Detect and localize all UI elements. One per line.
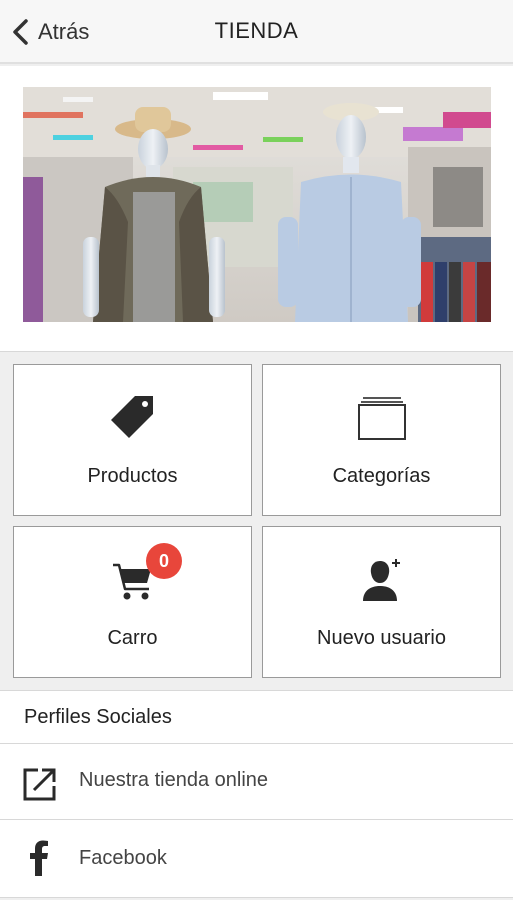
tile-categorias[interactable]: Categorías: [262, 364, 501, 516]
add-user-icon: [263, 555, 500, 603]
facebook-icon: [30, 840, 48, 876]
tag-icon: [14, 393, 251, 441]
external-link-icon: [23, 768, 56, 801]
social-profiles-title: Perfiles Sociales: [24, 706, 172, 728]
online-store-label: Nuestra tienda online: [79, 769, 269, 791]
store-photo: [23, 87, 491, 322]
tile-productos[interactable]: Productos: [13, 364, 252, 516]
tile-carro[interactable]: 0 Carro: [13, 526, 252, 678]
facebook-label: Facebook: [79, 847, 167, 869]
online-store-link[interactable]: Nuestra tienda online: [0, 744, 513, 820]
tile-nuevo-usuario-label: Nuevo usuario: [317, 627, 446, 649]
tile-categorias-label: Categorías: [332, 465, 431, 487]
tile-carro-label: Carro: [107, 627, 158, 649]
cart-count-badge: 0: [146, 543, 182, 579]
shopping-cart-icon: [14, 555, 251, 603]
tile-productos-label: Productos: [87, 465, 178, 487]
banner-card: [0, 66, 513, 352]
social-profiles-header: Perfiles Sociales: [0, 690, 513, 744]
folder-stack-icon: [263, 393, 500, 441]
tile-nuevo-usuario[interactable]: Nuevo usuario: [262, 526, 501, 678]
facebook-link[interactable]: Facebook: [0, 820, 513, 898]
store-banner-image: [23, 87, 491, 322]
page-title: TIENDA: [214, 18, 299, 43]
top-bar: Atrás TIENDA: [0, 0, 513, 64]
